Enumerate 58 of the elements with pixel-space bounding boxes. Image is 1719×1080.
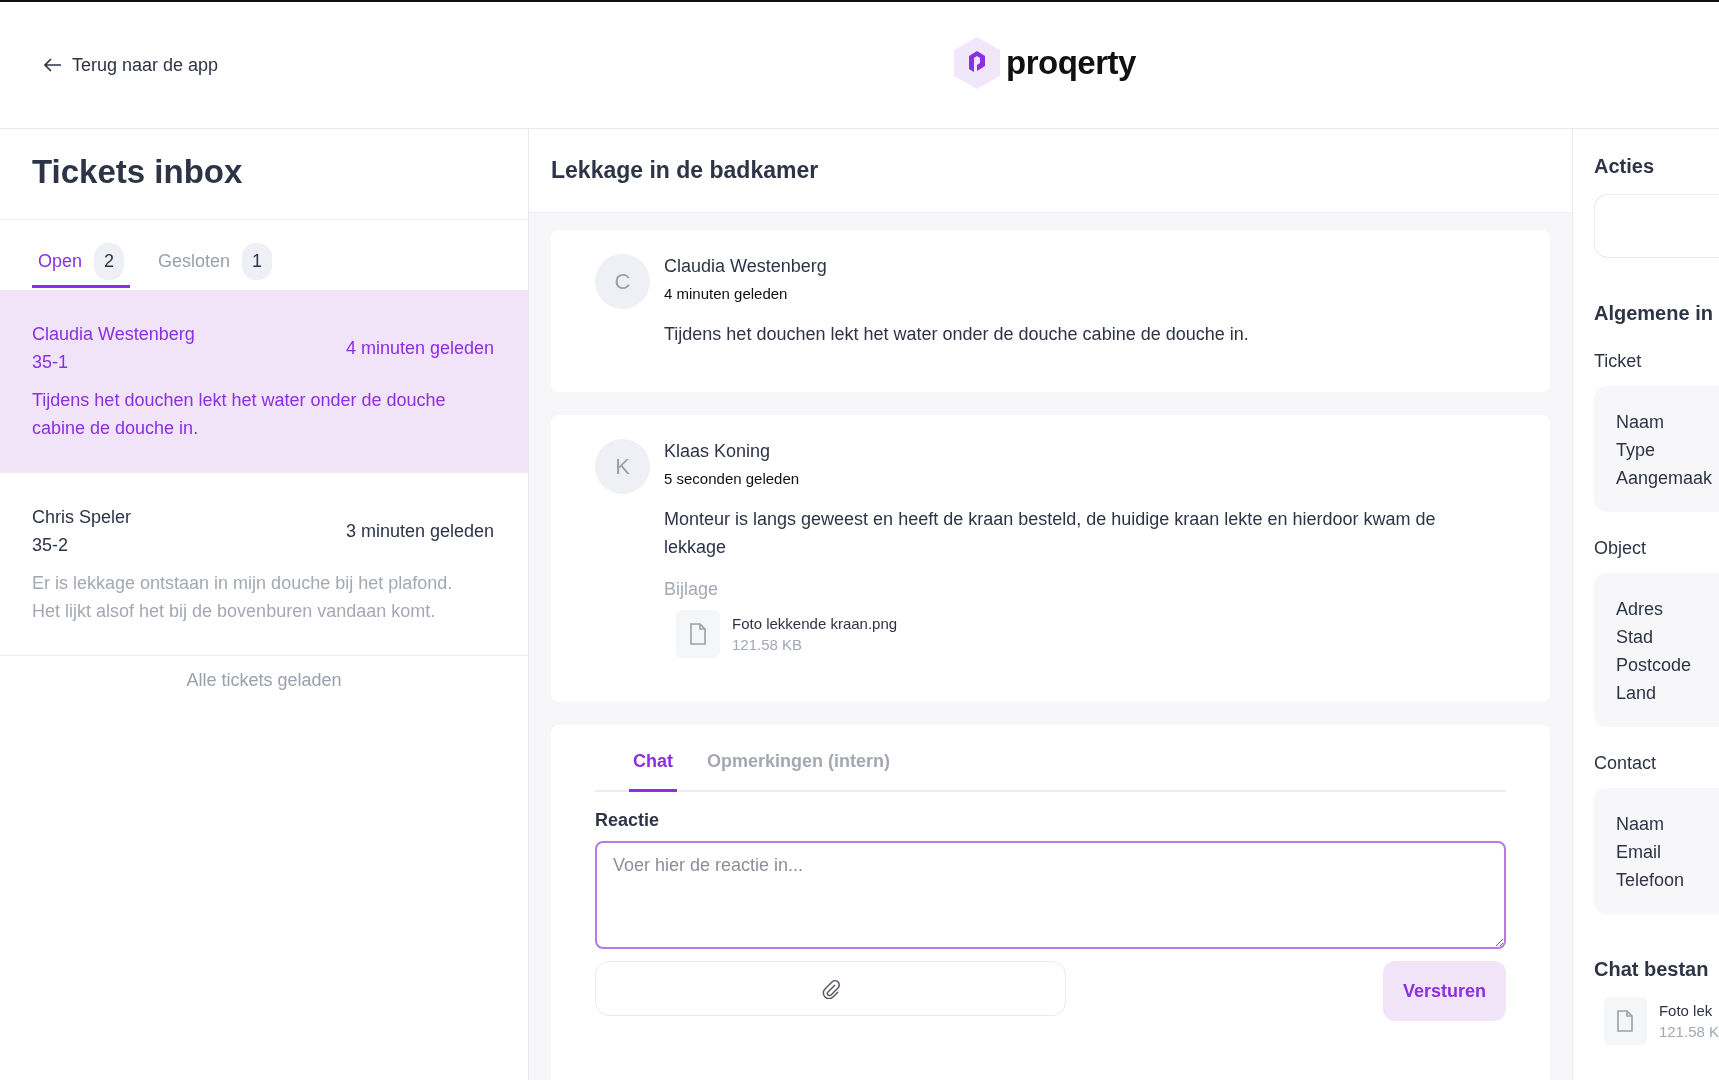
list-status: Alle tickets geladen (185, 669, 343, 692)
field-name: Adres (1616, 598, 1664, 621)
count-badge: 2 (94, 243, 125, 280)
field-name: Telefoon (1616, 869, 1685, 892)
message-text: Tijdens het douchen lekt het water onder de douche cabine de douche in. (664, 323, 1249, 346)
file-name[interactable]: Foto lekkende kraan.png (732, 615, 898, 632)
ticket-time: 4 minuten geleden (345, 337, 494, 359)
composer-tab[interactable]: Chat (629, 733, 677, 792)
file-icon[interactable] (1604, 997, 1647, 1045)
back-link[interactable]: Terug naar de app (44, 54, 219, 76)
group-title: Object (1594, 538, 1648, 559)
file-name[interactable]: Foto lek (1658, 1002, 1719, 1019)
paperclip-icon (821, 978, 840, 999)
ticket-preview: Er is lekkage ontstaan in mijn douche bij het plafond. Het lijkt alsof het bij de bovenburen vandaan komt. (32, 572, 454, 623)
message-text: Monteur is langs geweest en heeft de kraan besteld, de huidige kraan lekte en hierdoor kwam de lekkage (664, 508, 1437, 559)
filter-tab[interactable]: Open 2 (32, 238, 131, 288)
ticket-author: Chris Speler (32, 506, 132, 529)
field-name: Naam (1616, 411, 1664, 434)
message-author: Klaas Koning (664, 441, 772, 462)
back-arrow-icon (44, 58, 62, 72)
field-name: Land (1616, 682, 1657, 705)
avatar: K (595, 439, 650, 494)
ticket-number: 35-1 (32, 351, 70, 374)
message-time: 4 minuten geleden (664, 285, 789, 302)
section-title: Algemene in (1594, 302, 1714, 325)
ticket-number: 35-2 (32, 534, 70, 557)
message-time: 5 seconden geleden (664, 470, 801, 487)
attachment-label: Bijlage (664, 579, 720, 600)
message-author: Claudia Westenberg (664, 256, 828, 277)
group-title: Ticket (1594, 351, 1643, 372)
inbox-title: Tickets inbox (0, 129, 528, 220)
file-size: 121.58 K (1658, 1023, 1719, 1040)
section-title: Chat bestan (1594, 958, 1710, 981)
file-icon[interactable] (676, 610, 720, 658)
field-label: Reactie (595, 810, 661, 831)
field-name: Naam (1616, 813, 1664, 836)
logo-icon (952, 36, 1002, 90)
file-size: 121.58 KB (732, 636, 804, 653)
field-name: Stad (1616, 626, 1654, 649)
group-title: Contact (1594, 753, 1658, 774)
send-button[interactable]: Versturen (1382, 961, 1506, 1021)
section-title: Acties (1594, 155, 1656, 178)
logo-text: proqerty (1006, 44, 1136, 82)
field-name: Email (1616, 841, 1661, 864)
avatar: C (595, 254, 650, 309)
field-name: Type (1616, 439, 1656, 462)
field-name: Aangemaak (1616, 467, 1713, 490)
ticket-time: 3 minuten geleden (345, 520, 494, 542)
ticket-item[interactable]: Claudia Westenberg 35-1 4 minuten geleden Tijdens het douchen lekt het water onder de douche cabine de douche in. (0, 290, 528, 473)
ticket-author: Claudia Westenberg (32, 323, 195, 346)
filter-tab[interactable]: Gesloten 1 (152, 238, 279, 288)
reply-field[interactable]: Voer hier de reactie in... (595, 841, 1506, 949)
ticket-title: Lekkage in de badkamer (529, 129, 1572, 213)
count-badge: 1 (242, 243, 273, 280)
attach-button[interactable] (595, 961, 1066, 1016)
ticket-item[interactable]: Chris Speler 35-2 3 minuten geleden Er is lekkage ontstaan in mijn douche bij het plafond. Het lijkt alsof het bij de bovenburen vandaan komt. (0, 473, 528, 656)
field-name: Postcode (1616, 654, 1692, 677)
ticket-preview: Tijdens het douchen lekt het water onder de douche cabine de douche in. (32, 389, 447, 440)
